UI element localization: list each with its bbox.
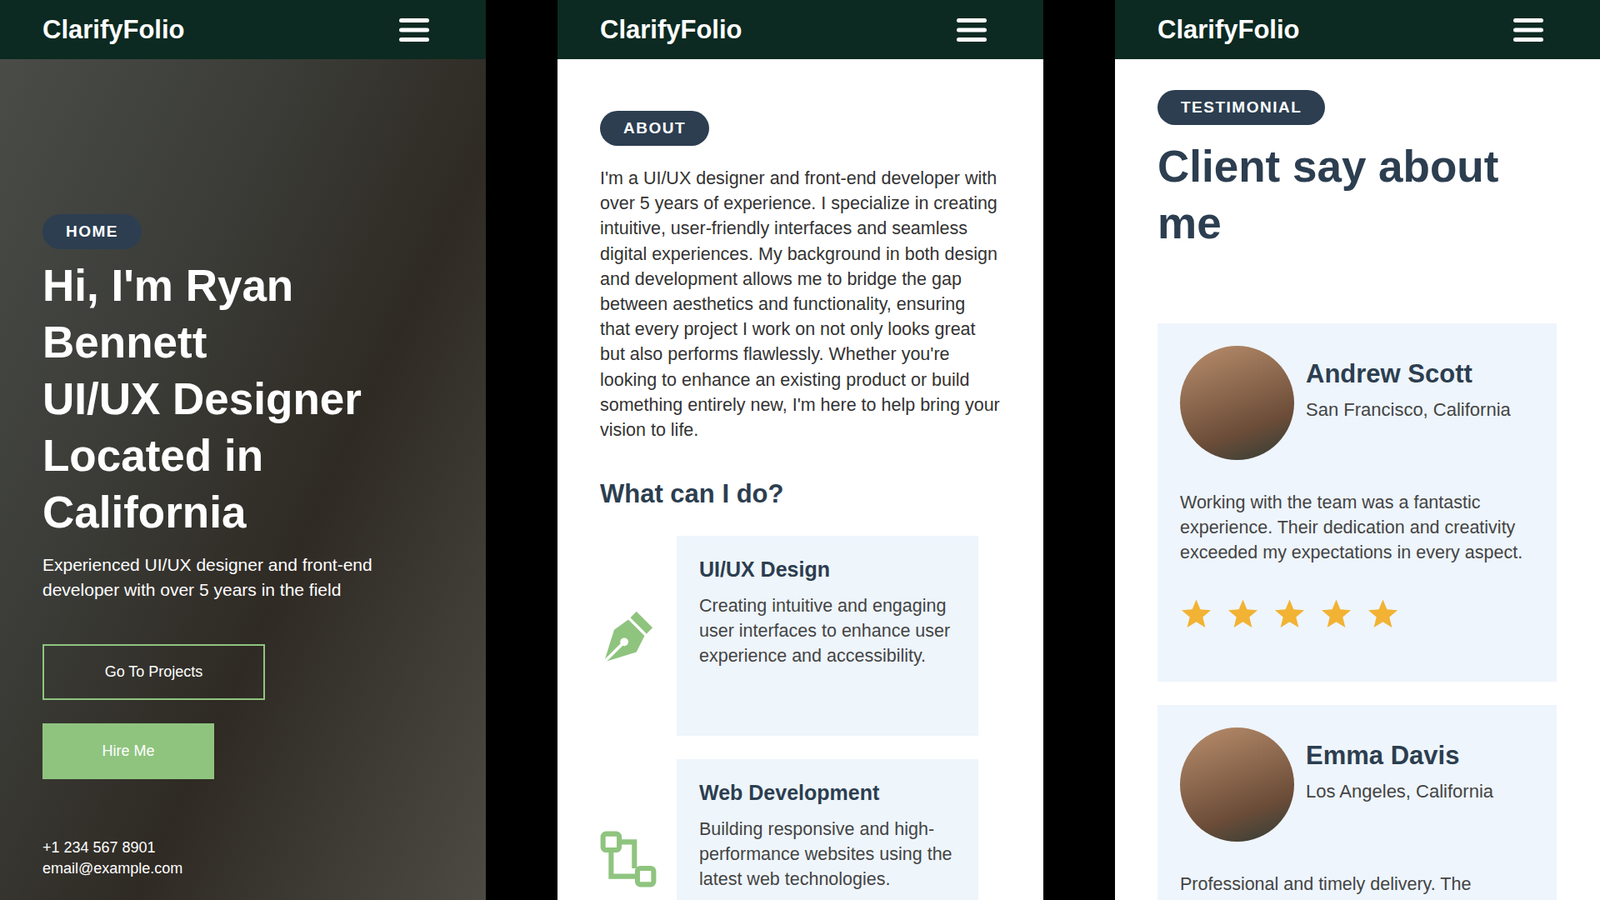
star-icon — [1320, 597, 1353, 630]
service-text: Creating intuitive and engaging user int… — [699, 593, 956, 669]
services-heading: What can I do? — [600, 479, 1010, 510]
star-icon — [1366, 597, 1400, 630]
hero-title: Hi, I'm Ryan BennettUI/UX Designer Locat… — [42, 257, 443, 541]
testimonial-screen: ClarifyFolio TESTIMONIAL Client say abou… — [1115, 0, 1600, 900]
star-icon — [1273, 597, 1306, 630]
about-text: I'm a UI/UX designer and front-end devel… — [600, 165, 1000, 443]
menu-icon[interactable] — [956, 17, 987, 43]
review-card: Emma Davis Los Angeles, California Profe… — [1157, 705, 1557, 900]
service-text: Building responsive and high-performance… — [699, 816, 956, 892]
star-icon — [1226, 597, 1260, 630]
service-card: UI/UX Design Creating intuitive and enga… — [676, 535, 979, 736]
menu-icon[interactable] — [1513, 17, 1544, 43]
filled-button[interactable]: Hire Me — [42, 723, 215, 780]
review-text: Working with the team was a fantastic ex… — [1180, 490, 1535, 566]
testimonial-heading: Client say about me — [1157, 138, 1525, 252]
logo[interactable]: ClarifyFolio — [1157, 15, 1300, 45]
hero-subtitle: Experienced UI/UX designer and front-end… — [42, 552, 443, 603]
reviewer-location: Los Angeles, California — [1305, 780, 1494, 803]
testimonial-section: TESTIMONIAL Client say about me Andrew S… — [1115, 59, 1600, 900]
reviewer-name: Emma Davis — [1305, 740, 1494, 771]
nodes-icon — [600, 830, 657, 888]
service-title: Web Development — [699, 780, 956, 805]
contact-item[interactable]: email@example.com — [42, 858, 453, 880]
pen-icon — [600, 607, 657, 665]
review-text: Professional and timely delivery. The — [1180, 871, 1535, 897]
about-screen: ClarifyFolio ABOUT I'm a UI/UX designer … — [557, 0, 1044, 900]
logo[interactable]: ClarifyFolio — [42, 15, 185, 45]
review-card: Andrew Scott San Francisco, California W… — [1157, 323, 1557, 682]
header: ClarifyFolio — [1115, 0, 1600, 60]
contacts: +1 234 567 8901email@example.com — [42, 837, 453, 880]
contact-item[interactable]: +1 234 567 8901 — [42, 837, 453, 859]
reviewer-name: Andrew Scott — [1305, 359, 1511, 390]
menu-icon[interactable] — [399, 17, 430, 43]
rating — [1180, 597, 1535, 630]
service-card: Web Development Building responsive and … — [676, 759, 979, 900]
section-badge: ABOUT — [600, 110, 710, 146]
section-badge: HOME — [42, 214, 142, 250]
reviewer-location: San Francisco, California — [1305, 399, 1511, 421]
avatar — [1180, 727, 1295, 842]
service-title: UI/UX Design — [699, 557, 956, 582]
hero: HOME Hi, I'm Ryan BennettUI/UX Designer … — [0, 59, 486, 900]
home-screen: ClarifyFolio HOME Hi, I'm Ryan BennettUI… — [0, 0, 486, 900]
logo[interactable]: ClarifyFolio — [600, 15, 743, 45]
header: ClarifyFolio — [557, 0, 1044, 60]
about-section: ABOUT I'm a UI/UX designer and front-end… — [557, 59, 1044, 900]
header: ClarifyFolio — [0, 0, 486, 60]
screens: ClarifyFolio HOME Hi, I'm Ryan BennettUI… — [0, 0, 1600, 900]
avatar — [1180, 345, 1295, 460]
outline-button[interactable]: Go To Projects — [42, 644, 265, 700]
service-item: Web Development Building responsive and … — [600, 759, 1010, 900]
section-badge: TESTIMONIAL — [1157, 90, 1325, 125]
star-icon — [1180, 597, 1213, 630]
service-item: UI/UX Design Creating intuitive and enga… — [600, 535, 1010, 736]
